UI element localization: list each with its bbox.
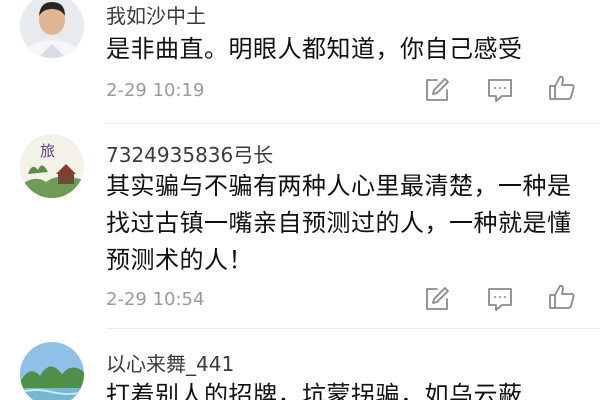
like-icon[interactable] [547,282,577,312]
edit-icon[interactable] [422,284,452,314]
comment-icon[interactable] [485,75,515,105]
avatar[interactable] [20,0,84,58]
divider [106,328,600,329]
divider [106,123,600,124]
comment-username[interactable]: 7324935836弓长 [106,139,273,168]
comment-username[interactable]: 我如沙中土 [106,0,206,29]
comment-timestamp: 2-29 10:54 [106,289,205,310]
avatar-text: 旅 [40,142,55,160]
avatar[interactable]: 旅 [20,134,84,198]
comment-icon[interactable] [485,284,515,314]
comment-text: 打着别人的招牌，坑蒙拐骗，如乌云蔽 [106,381,523,400]
avatar[interactable] [20,342,84,400]
comment-text: 其实骗与不骗有两种人心里最清楚，一种是找过古镇一嘴亲自预测过的人，一种就是懂预测… [106,172,572,274]
comment-text: 是非曲直。明眼人都知道，你自己感受 [106,35,523,63]
comment-username[interactable]: 以心来舞_441 [106,348,234,377]
comment-timestamp: 2-29 10:19 [106,80,205,101]
like-icon[interactable] [547,73,577,103]
comment-list: 我如沙中土 是非曲直。明眼人都知道，你自己感受 2-29 10:19 旅 732… [0,0,600,400]
edit-icon[interactable] [422,75,452,105]
